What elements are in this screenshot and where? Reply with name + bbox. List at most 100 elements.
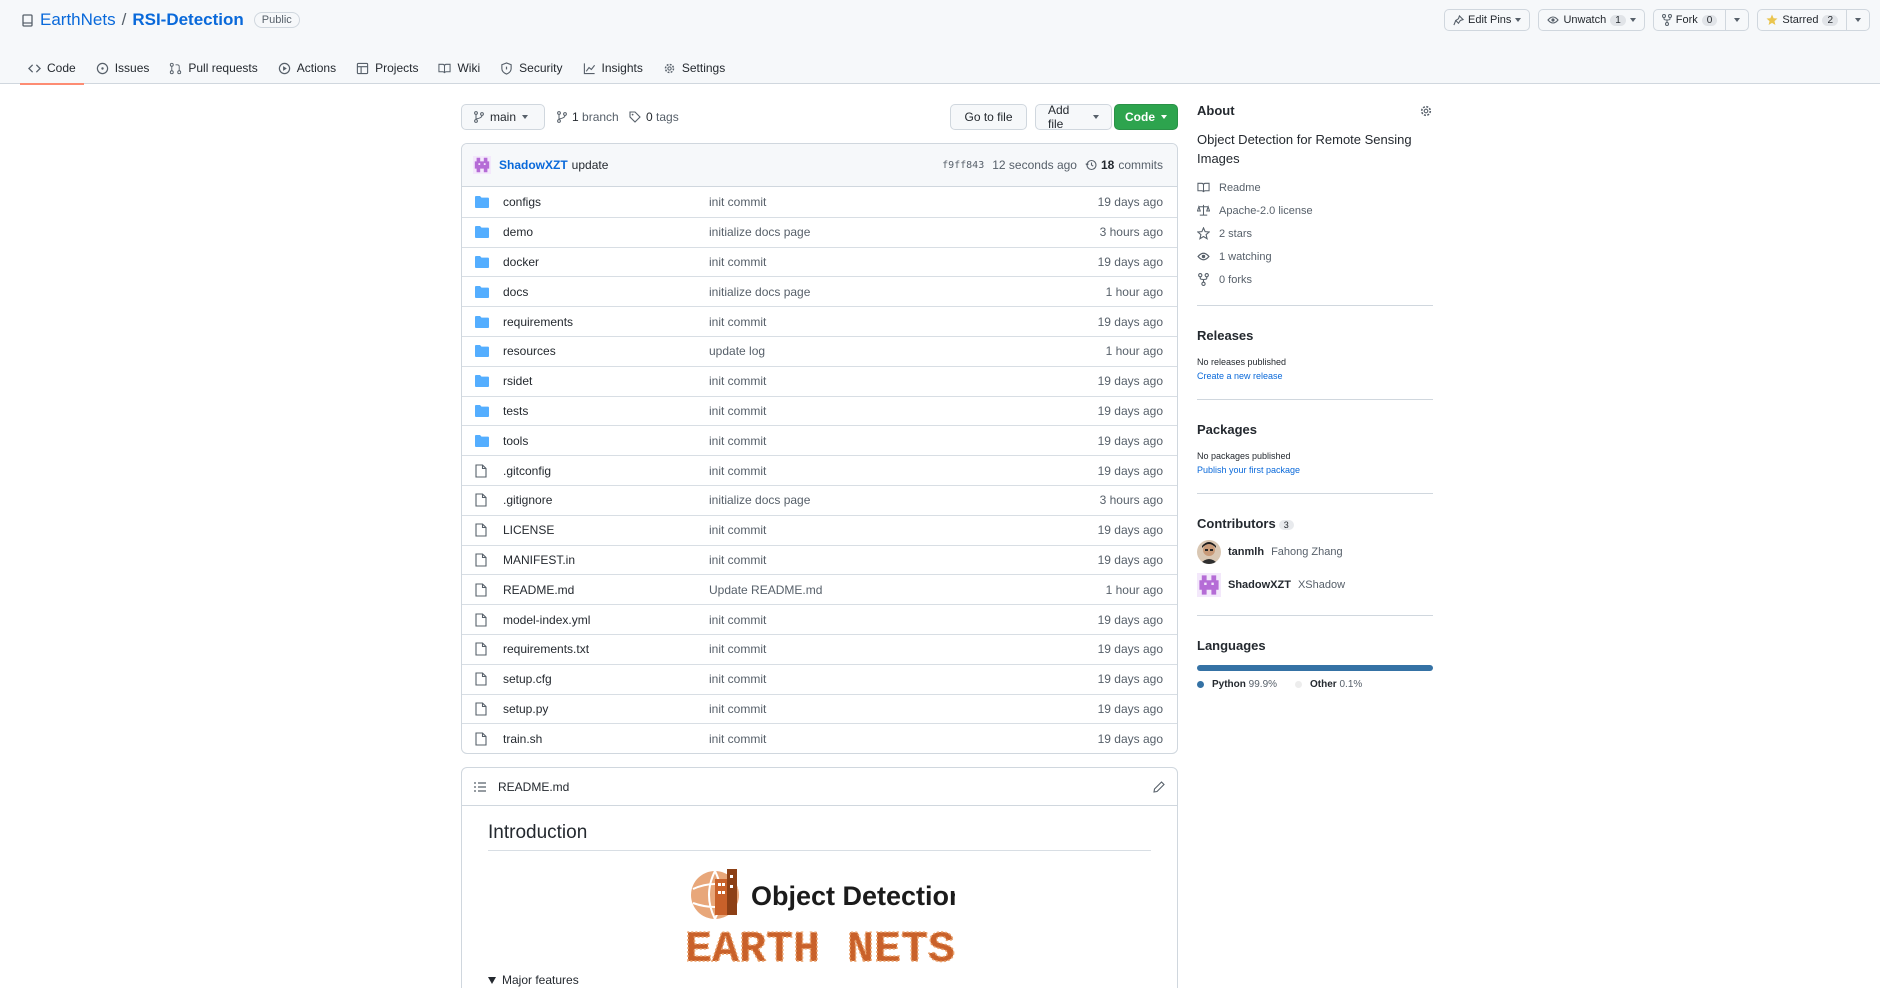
language-item[interactable]: Python 99.9% [1197,679,1277,690]
tab-issues[interactable]: Issues [88,52,158,84]
tags-link[interactable]: 0 tags [629,110,679,124]
file-name-link[interactable]: tools [503,434,709,448]
tab-settings[interactable]: Settings [655,52,733,84]
file-name-link[interactable]: demo [503,225,709,239]
file-commit-message-link[interactable]: Update README.md [709,583,1077,597]
tab-projects[interactable]: Projects [348,52,426,84]
license-link[interactable]: Apache-2.0 license [1197,203,1433,218]
branches-link[interactable]: 1 branch [557,110,619,124]
file-name-link[interactable]: resources [503,344,709,358]
avatar[interactable] [473,156,491,174]
table-row[interactable]: requirements init commit 19 days ago [462,306,1177,336]
language-item[interactable]: Other 0.1% [1295,679,1362,690]
unwatch-button[interactable]: Unwatch 1 [1538,9,1645,31]
tab-insights[interactable]: Insights [575,52,651,84]
table-row[interactable]: setup.py init commit 19 days ago [462,693,1177,724]
tab-actions[interactable]: Actions [270,52,344,84]
file-name-link[interactable]: configs [503,195,709,209]
table-row[interactable]: configs init commit 19 days ago [462,187,1177,217]
fork-button[interactable]: Fork 0 [1654,10,1726,30]
contributor-item[interactable]: tanmlh Fahong Zhang [1197,540,1433,564]
file-commit-message-link[interactable]: init commit [709,732,1077,746]
file-name-link[interactable]: LICENSE [503,523,709,537]
table-row[interactable]: MANIFEST.in init commit 19 days ago [462,544,1177,575]
table-row[interactable]: requirements.txt init commit 19 days ago [462,633,1177,664]
watching-link[interactable]: 1 watching [1197,249,1433,264]
fork-dropdown-button[interactable] [1726,10,1748,30]
file-commit-message-link[interactable]: init commit [709,255,1077,269]
repo-name-link[interactable]: RSI-Detection [132,10,243,30]
repo-owner-link[interactable]: EarthNets [40,10,116,30]
table-row[interactable]: model-index.yml init commit 19 days ago [462,604,1177,634]
avatar[interactable] [1197,540,1221,564]
file-name-link[interactable]: rsidet [503,374,709,388]
publish-package-link[interactable]: Publish your first package [1197,465,1433,475]
table-row[interactable]: setup.cfg init commit 19 days ago [462,663,1177,694]
file-name-link[interactable]: setup.cfg [503,672,709,686]
table-row[interactable]: LICENSE init commit 19 days ago [462,514,1177,545]
file-commit-message-link[interactable]: init commit [709,195,1077,209]
file-name-link[interactable]: MANIFEST.in [503,553,709,567]
file-commit-message-link[interactable]: init commit [709,434,1077,448]
file-name-link[interactable]: docs [503,285,709,299]
add-file-button[interactable]: Add file [1035,103,1112,131]
branch-select-button[interactable]: main [461,104,545,130]
gear-icon[interactable] [1419,104,1433,118]
file-name-link[interactable]: README.md [503,583,709,597]
table-row[interactable]: .gitconfig init commit 19 days ago [462,455,1177,485]
file-name-link[interactable]: requirements [503,315,709,329]
file-name-link[interactable]: setup.py [503,702,709,716]
major-features-summary[interactable]: Major features [488,973,1151,987]
tab-wiki[interactable]: Wiki [430,52,488,84]
create-release-link[interactable]: Create a new release [1197,371,1433,381]
file-commit-message-link[interactable]: init commit [709,404,1077,418]
avatar[interactable] [1197,573,1221,597]
file-commit-message-link[interactable]: init commit [709,315,1077,329]
table-row[interactable]: README.md Update README.md 1 hour ago [462,574,1177,604]
tab-pull-requests[interactable]: Pull requests [161,52,265,84]
table-row[interactable]: tools init commit 19 days ago [462,425,1177,455]
packages-title[interactable]: Packages [1197,422,1433,437]
table-row[interactable]: docs initialize docs page 1 hour ago [462,276,1177,306]
contributor-item[interactable]: ShadowXZT XShadow [1197,573,1433,597]
table-row[interactable]: rsidet init commit 19 days ago [462,365,1177,396]
file-commit-message-link[interactable]: initialize docs page [709,493,1077,507]
file-name-link[interactable]: docker [503,255,709,269]
readme-link[interactable]: Readme [1197,180,1433,195]
table-row[interactable]: demo initialize docs page 3 hours ago [462,216,1177,247]
table-row[interactable]: .gitignore initialize docs page 3 hours ag… [462,484,1177,515]
file-commit-message-link[interactable]: initialize docs page [709,285,1077,299]
commits-history-link[interactable]: 18 commits [1085,158,1163,172]
file-commit-message-link[interactable]: init commit [709,464,1077,478]
starred-button[interactable]: Starred 2 [1758,10,1846,30]
edit-pins-button[interactable]: Edit Pins [1444,9,1531,31]
star-dropdown-button[interactable] [1847,10,1869,30]
file-commit-message-link[interactable]: init commit [709,672,1077,686]
commit-author-link[interactable]: ShadowXZT [499,158,568,172]
file-commit-message-link[interactable]: initialize docs page [709,225,1077,239]
contributors-title[interactable]: Contributors 3 [1197,516,1433,531]
releases-title[interactable]: Releases [1197,328,1433,343]
pencil-icon[interactable] [1153,780,1165,793]
file-name-link[interactable]: train.sh [503,732,709,746]
table-row[interactable]: resources update log 1 hour ago [462,335,1177,366]
file-name-link[interactable]: model-index.yml [503,613,709,627]
list-icon[interactable] [474,781,486,792]
commit-message-link[interactable]: update [572,158,609,172]
file-name-link[interactable]: requirements.txt [503,642,709,656]
file-commit-message-link[interactable]: update log [709,344,1077,358]
file-commit-message-link[interactable]: init commit [709,374,1077,388]
file-name-link[interactable]: tests [503,404,709,418]
forks-link[interactable]: 0 forks [1197,272,1433,287]
readme-filename-link[interactable]: README.md [498,780,569,794]
table-row[interactable]: tests init commit 19 days ago [462,395,1177,426]
tab-code[interactable]: Code [20,52,84,85]
file-name-link[interactable]: .gitconfig [503,464,709,478]
table-row[interactable]: docker init commit 19 days ago [462,246,1177,277]
tab-security[interactable]: Security [492,52,570,84]
file-commit-message-link[interactable]: init commit [709,553,1077,567]
commit-sha-link[interactable]: f9ff843 [942,160,984,171]
go-to-file-button[interactable]: Go to file [950,104,1027,130]
file-name-link[interactable]: .gitignore [503,493,709,507]
file-commit-message-link[interactable]: init commit [709,523,1077,537]
